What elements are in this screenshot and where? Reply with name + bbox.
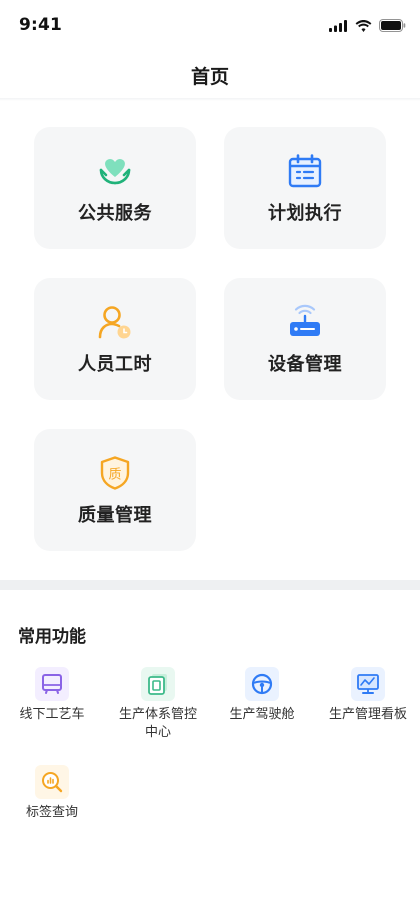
tile-label: 设备管理 <box>268 354 342 375</box>
status-bar: 9:41 <box>0 0 420 52</box>
common-functions-title: 常用功能 <box>18 627 86 647</box>
tile-label: 公共服务 <box>78 203 152 224</box>
wifi-icon <box>355 17 372 36</box>
status-icons <box>329 17 406 36</box>
cellular-signal-icon <box>329 17 348 36</box>
nav-divider <box>0 98 420 101</box>
calendar-icon <box>287 153 323 189</box>
svg-text:质: 质 <box>108 468 121 483</box>
vehicle-icon <box>35 667 69 701</box>
control-center-icon <box>141 667 175 701</box>
func-label: 线下工艺车 <box>19 707 85 722</box>
func-production-board[interactable]: 生产管理看板 <box>318 667 418 724</box>
chart-search-icon <box>35 765 69 799</box>
tile-label: 计划执行 <box>268 203 342 224</box>
nav-bar: 首页 <box>0 52 420 98</box>
quality-shield-icon: 质 <box>97 455 133 491</box>
battery-icon <box>379 17 406 36</box>
page-title: 首页 <box>190 65 229 88</box>
monitor-board-icon <box>351 667 385 701</box>
func-production-cockpit[interactable]: 生产驾驶舱 <box>212 667 312 724</box>
person-clock-icon <box>97 304 133 340</box>
func-label: 标签查询 <box>25 805 78 820</box>
tile-label: 人员工时 <box>78 354 152 375</box>
func-control-center[interactable]: 生产体系管控中心 <box>108 667 208 742</box>
tile-plan-execution[interactable]: 计划执行 <box>224 127 386 249</box>
func-label: 生产管理看板 <box>328 707 407 722</box>
heart-hands-icon <box>97 153 133 189</box>
func-offline-craft-vehicle[interactable]: 线下工艺车 <box>2 667 102 724</box>
tile-staff-hours[interactable]: 人员工时 <box>34 278 196 400</box>
steering-wheel-icon <box>245 667 279 701</box>
tile-equipment-management[interactable]: 设备管理 <box>224 278 386 400</box>
func-label: 生产体系管控中心 <box>118 707 197 740</box>
func-label-query[interactable]: 标签查询 <box>2 765 102 822</box>
router-device-icon <box>287 304 323 340</box>
section-divider <box>0 580 420 590</box>
tile-public-service[interactable]: 公共服务 <box>34 127 196 249</box>
tile-quality-management[interactable]: 质 质量管理 <box>34 429 196 551</box>
status-time: 9:41 <box>19 15 63 35</box>
func-label: 生产驾驶舱 <box>229 707 295 722</box>
tile-label: 质量管理 <box>78 505 152 526</box>
